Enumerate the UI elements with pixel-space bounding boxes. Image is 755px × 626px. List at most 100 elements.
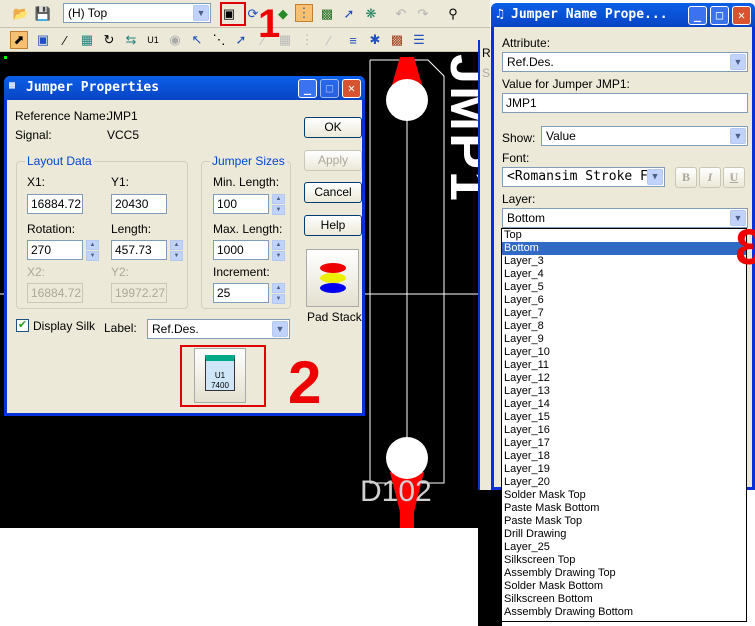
rotation-field[interactable]: 270: [27, 240, 83, 260]
layer-option[interactable]: Assembly Drawing Bottom: [502, 606, 746, 619]
chevron-down-icon[interactable]: ▼: [647, 169, 663, 185]
layer-select[interactable]: Bottom ▼: [502, 208, 748, 228]
layer-option[interactable]: Layer_15: [502, 411, 746, 424]
display-silk-checkbox[interactable]: ✔: [16, 319, 29, 332]
apply-button[interactable]: Apply: [304, 150, 362, 171]
layer-dropdown-list[interactable]: Top Bottom Layer_3 Layer_4 Layer_5 Layer_6 Lay…: [501, 228, 747, 622]
select-icon[interactable]: ⬈: [10, 31, 28, 49]
max-length-spinner[interactable]: ▲ ▼: [272, 240, 285, 261]
layer-option[interactable]: Layer_10: [502, 346, 746, 359]
move-icon[interactable]: ▦: [78, 31, 96, 49]
layer-option[interactable]: Silkscreen Bottom: [502, 593, 746, 606]
layer-option[interactable]: Silkscreen Top: [502, 554, 746, 567]
ecos-icon[interactable]: ▩: [388, 31, 406, 49]
route-icon[interactable]: ∕: [56, 31, 74, 49]
layer-option[interactable]: Drill Drawing: [502, 528, 746, 541]
layer-option[interactable]: Layer_5: [502, 281, 746, 294]
select-box-icon[interactable]: ▣: [34, 31, 52, 49]
italic-button[interactable]: I: [699, 167, 721, 188]
pad-stack-button[interactable]: [306, 249, 359, 307]
via-icon[interactable]: ◉: [166, 31, 184, 49]
close-button[interactable]: ✕: [342, 79, 361, 98]
select-nets-icon[interactable]: ➚: [232, 31, 250, 49]
font-select[interactable]: <Romansim Stroke F ▼: [502, 167, 665, 187]
length-field[interactable]: 457.73: [111, 240, 167, 260]
save-icon[interactable]: 💾: [34, 5, 52, 23]
redo-icon[interactable]: ↷: [414, 5, 432, 23]
show-select[interactable]: Value ▼: [541, 126, 748, 146]
layer-option[interactable]: Layer_17: [502, 437, 746, 450]
rotate-icon[interactable]: ↻: [100, 31, 118, 49]
increment-field[interactable]: 25: [213, 283, 269, 303]
chevron-down-icon[interactable]: ▼: [730, 128, 746, 144]
layer-option[interactable]: Layer_14: [502, 398, 746, 411]
net-icon[interactable]: ✱: [366, 31, 384, 49]
open-icon[interactable]: 📂: [12, 5, 30, 23]
rotation-spinner[interactable]: ▲ ▼: [86, 240, 99, 261]
minimize-button[interactable]: _: [298, 79, 317, 98]
measure-icon[interactable]: ⋱: [210, 31, 228, 49]
layer-option[interactable]: Paste Mask Bottom: [502, 502, 746, 515]
layer-option[interactable]: Layer_12: [502, 372, 746, 385]
ok-button[interactable]: OK: [304, 117, 362, 138]
min-length-spinner[interactable]: ▲ ▼: [272, 194, 285, 215]
layer-option[interactable]: Layer_6: [502, 294, 746, 307]
layer-option[interactable]: Layer_20: [502, 476, 746, 489]
underline-button[interactable]: U: [723, 167, 745, 188]
layer-option[interactable]: Layer_8: [502, 320, 746, 333]
attribute-select[interactable]: Ref.Des. ▼: [502, 52, 748, 72]
cluster-icon[interactable]: ❋: [362, 5, 380, 23]
label-icon[interactable]: U1: [144, 31, 162, 49]
layer-option[interactable]: Layer_18: [502, 450, 746, 463]
title-bar[interactable]: ▦ Jumper Properties _ □ ✕: [4, 76, 365, 100]
layer-option[interactable]: Layer_19: [502, 463, 746, 476]
layer-option[interactable]: Solder Mask Bottom: [502, 580, 746, 593]
layer-option[interactable]: Solder Mask Top: [502, 489, 746, 502]
list-icon[interactable]: ☰: [410, 31, 428, 49]
chevron-down-icon[interactable]: ▼: [272, 321, 288, 337]
layer-option[interactable]: Assembly Drawing Top: [502, 567, 746, 580]
layer-option[interactable]: Top: [502, 229, 746, 242]
min-length-field[interactable]: 100: [213, 194, 269, 214]
zoom-icon[interactable]: ⚲: [444, 5, 462, 23]
title-bar[interactable]: ♫ Jumper Name Prope... _ □ ✕: [491, 3, 755, 27]
close-button[interactable]: ✕: [732, 6, 751, 25]
copper-icon[interactable]: ⋮: [298, 31, 316, 49]
y1-field[interactable]: 20430: [111, 194, 167, 214]
layer-option[interactable]: Layer_11: [502, 359, 746, 372]
x2-field: 16884.72: [27, 283, 83, 303]
board-icon[interactable]: ▩: [318, 5, 336, 23]
layer-option[interactable]: Layer_25: [502, 541, 746, 554]
corner-icon[interactable]: ↖: [188, 31, 206, 49]
chevron-down-icon[interactable]: ▼: [193, 5, 209, 21]
x1-field[interactable]: 16884.72: [27, 194, 83, 214]
chevron-down-icon[interactable]: ▼: [730, 54, 746, 70]
label-select[interactable]: Ref.Des. ▼: [147, 319, 290, 339]
layer-select[interactable]: (H) Top ▼: [63, 3, 211, 23]
layer-option[interactable]: Layer_13: [502, 385, 746, 398]
layer-option[interactable]: Bottom: [502, 242, 746, 255]
maximize-button[interactable]: □: [320, 79, 339, 98]
layer-option[interactable]: Layer_4: [502, 268, 746, 281]
cancel-button[interactable]: Cancel: [304, 182, 362, 203]
max-length-field[interactable]: 1000: [213, 240, 269, 260]
pads-icon[interactable]: ⋮: [295, 4, 313, 22]
layer-option[interactable]: Layer_16: [502, 424, 746, 437]
plane-icon[interactable]: ∕: [320, 31, 338, 49]
maximize-button[interactable]: □: [710, 6, 729, 25]
undo-icon[interactable]: ↶: [392, 5, 410, 23]
help-button[interactable]: Help: [304, 215, 362, 236]
layer-option[interactable]: Layer_7: [502, 307, 746, 320]
length-spinner[interactable]: ▲ ▼: [170, 240, 183, 261]
route-icon[interactable]: ➚: [340, 5, 358, 23]
layer-option[interactable]: Layer_9: [502, 333, 746, 346]
layer-option[interactable]: Paste Mask Top: [502, 515, 746, 528]
bold-button[interactable]: B: [675, 167, 697, 188]
increment-spinner[interactable]: ▲ ▼: [272, 283, 285, 304]
value-field[interactable]: JMP1: [502, 93, 748, 113]
background-window: R S: [478, 40, 492, 490]
swap-icon[interactable]: ⇆: [122, 31, 140, 49]
layer-option[interactable]: Layer_3: [502, 255, 746, 268]
minimize-button[interactable]: _: [688, 6, 707, 25]
align-icon[interactable]: ≡: [344, 31, 362, 49]
